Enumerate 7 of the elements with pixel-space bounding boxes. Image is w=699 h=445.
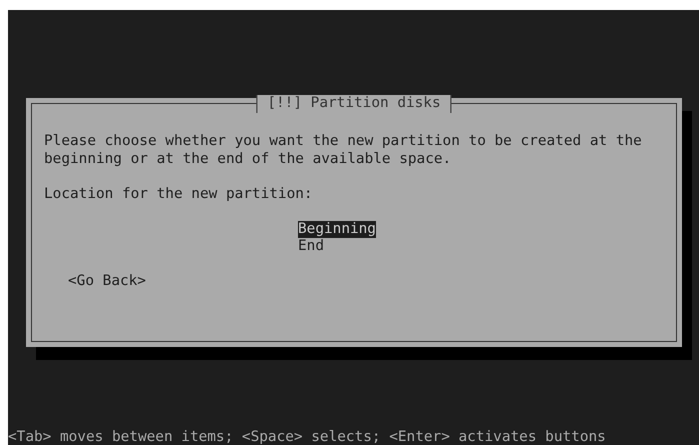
dialog-title: [!!] Partition disks — [256, 95, 452, 112]
prompt-label: Location for the new partition: — [44, 186, 314, 203]
help-line: <Tab> moves between items; <Space> selects; <Enter> activates buttons — [8, 430, 607, 445]
go-back-button[interactable]: <Go Back> — [68, 273, 664, 290]
option-item[interactable]: End — [298, 238, 324, 256]
dialog-message: Please choose whether you want the new partition to be created at the beginning or at the end of the available space. — [44, 133, 643, 168]
option-item[interactable]: Beginning — [298, 220, 376, 238]
